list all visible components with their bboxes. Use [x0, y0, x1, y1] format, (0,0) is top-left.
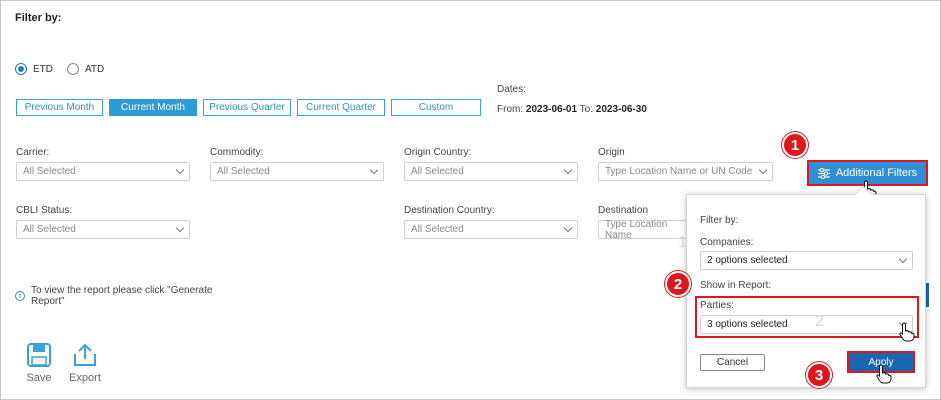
chevron-down-icon — [175, 223, 185, 233]
hand-cursor-icon — [876, 364, 892, 384]
previous-month-button[interactable]: Previous Month — [16, 99, 103, 116]
date-type-radio-group: ETD ATD — [15, 63, 118, 75]
companies-select[interactable]: 2 options selected — [700, 251, 913, 270]
side-indicator — [926, 283, 929, 307]
hand-cursor-icon — [899, 322, 915, 342]
chevron-down-icon — [898, 254, 908, 264]
origin-country-value: All Selected — [411, 166, 464, 177]
carrier-value: All Selected — [23, 166, 76, 177]
etd-radio[interactable] — [15, 63, 27, 75]
origin-placeholder: Type Location Name or UN Code — [605, 166, 753, 177]
step-badge-2: 2 — [665, 271, 691, 297]
parties-value: 3 options selected — [707, 319, 788, 330]
commodity-select[interactable]: All Selected — [210, 162, 384, 181]
cbli-status-label: CBLI Status: — [16, 205, 73, 216]
origin-label: Origin — [598, 147, 625, 158]
info-text-line2: Report" — [31, 296, 65, 307]
chevron-down-icon — [369, 165, 379, 175]
info-icon: i — [15, 291, 25, 301]
destination-country-select[interactable]: All Selected — [404, 220, 578, 239]
atd-radio-label: ATD — [85, 63, 105, 75]
origin-country-label: Origin Country: — [404, 147, 472, 158]
export-label: Export — [69, 372, 101, 384]
companies-label: Companies: — [700, 237, 754, 248]
filter-title: Filter by: — [15, 12, 62, 24]
step-badge-1: 1 — [782, 132, 808, 158]
dates-label: Dates: — [497, 84, 526, 95]
export-button[interactable]: Export — [66, 342, 104, 384]
commodity-value: All Selected — [217, 166, 270, 177]
current-quarter-button[interactable]: Current Quarter — [297, 99, 385, 116]
additional-filters-label: Additional Filters — [835, 167, 918, 179]
destination-input[interactable]: Type Location Name — [598, 218, 688, 241]
sliders-icon — [817, 167, 830, 179]
save-button[interactable]: Save — [22, 342, 56, 384]
etd-radio-label: ETD — [33, 63, 53, 75]
destination-placeholder: Type Location Name — [605, 218, 668, 241]
origin-input[interactable]: Type Location Name or UN Code — [598, 162, 773, 181]
cancel-button[interactable]: Cancel — [700, 354, 765, 371]
ghost-number-1: 1 — [678, 234, 687, 251]
chevron-down-icon — [563, 165, 573, 175]
cbli-status-value: All Selected — [23, 224, 76, 235]
destination-country-label: Destination Country: — [404, 205, 495, 216]
dates-range: From: 2023-06-01 To: 2023-06-30 — [497, 104, 647, 115]
commodity-label: Commodity: — [210, 147, 264, 158]
to-date: 2023-06-30 — [595, 104, 647, 115]
show-in-report-label: Show in Report: — [700, 280, 772, 291]
current-month-button[interactable]: Current Month — [109, 99, 197, 116]
previous-quarter-button[interactable]: Previous Quarter — [203, 99, 291, 116]
step-badge-3: 3 — [806, 362, 832, 388]
save-label: Save — [26, 372, 52, 384]
from-date: 2023-06-01 — [525, 104, 578, 115]
chevron-down-icon — [758, 165, 768, 175]
ghost-number-2: 2 — [815, 313, 824, 330]
parties-label: Parties: — [700, 300, 734, 311]
chevron-down-icon — [563, 223, 573, 233]
custom-button[interactable]: Custom — [391, 99, 481, 116]
popup-filter-title: Filter by: — [700, 215, 739, 226]
carrier-label: Carrier: — [16, 147, 50, 158]
parties-select[interactable]: 3 options selected — [700, 315, 913, 334]
to-label: To: — [579, 104, 593, 115]
save-icon — [27, 343, 51, 367]
companies-value: 2 options selected — [707, 255, 788, 266]
carrier-select[interactable]: All Selected — [16, 162, 190, 181]
chevron-down-icon — [175, 165, 185, 175]
info-message: i To view the report please click "Gener… — [15, 285, 212, 307]
export-icon — [74, 343, 96, 366]
cbli-status-select[interactable]: All Selected — [16, 220, 190, 239]
from-label: From: — [497, 104, 524, 115]
destination-country-value: All Selected — [411, 224, 464, 235]
origin-country-select[interactable]: All Selected — [404, 162, 578, 181]
atd-radio[interactable] — [67, 63, 79, 75]
destination-label: Destination — [598, 205, 649, 216]
info-text-line1: To view the report please click "Generat… — [31, 285, 213, 296]
